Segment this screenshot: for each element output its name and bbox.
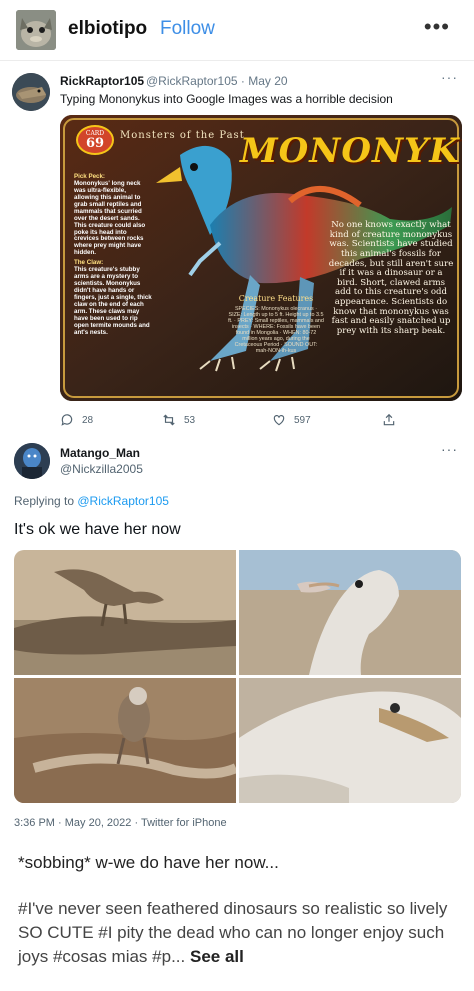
reply-tweet-meta: 3:36 PM · May 20, 2022 · Twitter for iPh…	[14, 817, 227, 829]
retweet-count: 53	[184, 414, 196, 426]
photo-dinosaur-on-driftwood[interactable]	[14, 678, 236, 803]
reply-action[interactable]: 28	[60, 413, 93, 427]
post-header: elbiotipo Follow •••	[0, 0, 474, 58]
twitter-screenshot: RickRaptor105 @RickRaptor105 · May 20 ··…	[0, 60, 474, 843]
tweet-author-handle: @RickRaptor105 · May 20	[146, 74, 288, 88]
creature-features-title: Creature Features	[238, 294, 314, 303]
card-left-text: Pick Peck: Mononykus' long neck was ultr…	[74, 171, 152, 337]
tweet-image-trading-card[interactable]: CARD 69 Monsters of the Past MONONYKUS P…	[60, 115, 462, 401]
tweet-avatar	[12, 73, 50, 111]
tweet-text: Typing Mononykus into Google Images was …	[60, 92, 393, 106]
like-action[interactable]: 597	[272, 413, 311, 427]
more-horizontal-icon[interactable]: •••	[424, 14, 450, 40]
tweet-more-icon[interactable]: ···	[441, 69, 458, 85]
card-series-title: Monsters of the Past	[120, 130, 245, 141]
reply-author-handle: @Nickzilla2005	[60, 462, 143, 476]
creature-features-text: SPECIES: Mononykus olecranus · SIZE: Len…	[228, 305, 324, 355]
card-number-badge: CARD 69	[76, 125, 114, 155]
reply-tweet-avatar	[14, 443, 50, 479]
see-all-button[interactable]: See all	[190, 947, 244, 966]
reply-icon	[61, 414, 73, 426]
post-caption: *sobbing* w-we do have her now...	[18, 853, 279, 872]
pick-peck-text: Mononykus' long neck was ultra-flexible,…	[74, 179, 146, 257]
tweet-actions: 28 53 597	[60, 413, 420, 429]
tweet-author-name[interactable]: RickRaptor105	[60, 74, 144, 88]
photo-dinosaur-face-closeup[interactable]	[239, 678, 461, 803]
photo-dinosaur-on-log[interactable]	[14, 550, 236, 675]
replying-to-prefix: Replying to	[14, 494, 78, 508]
claw-text: This creature's stubby arms are a myster…	[74, 266, 152, 336]
share-action[interactable]	[382, 413, 396, 427]
reply-author-name[interactable]: Matango_Man	[60, 446, 140, 460]
replying-to-link[interactable]: @RickRaptor105	[77, 494, 169, 508]
creature-features: Creature Features SPECIES: Mononykus ole…	[228, 294, 324, 355]
share-icon	[383, 413, 395, 426]
reply-more-icon[interactable]: ···	[441, 441, 458, 457]
retweet-icon	[163, 414, 175, 426]
reply-count: 28	[82, 414, 94, 426]
card-number: 69	[85, 136, 105, 151]
heart-icon	[273, 415, 285, 426]
blog-username[interactable]: elbiotipo	[68, 18, 147, 40]
card-title: MONONYKUS	[240, 131, 462, 171]
card-right-text: No one knows exactly what kind of creatu…	[328, 220, 454, 336]
replying-to: Replying to @RickRaptor105	[14, 494, 169, 508]
reply-photo-grid	[14, 550, 461, 803]
photo-dinosaur-head-closeup[interactable]	[239, 550, 461, 675]
reply-tweet-text: It's ok we have her now	[14, 521, 181, 538]
post-tags: #I've never seen feathered dinosaurs so …	[18, 897, 462, 969]
blog-avatar[interactable]	[16, 10, 56, 50]
original-tweet: RickRaptor105 @RickRaptor105 · May 20 ··…	[0, 61, 474, 433]
retweet-action[interactable]: 53	[162, 413, 195, 427]
like-count: 597	[294, 414, 311, 426]
follow-button[interactable]: Follow	[160, 18, 215, 40]
reply-tweet: Matango_Man @Nickzilla2005 ··· Replying …	[0, 433, 474, 844]
